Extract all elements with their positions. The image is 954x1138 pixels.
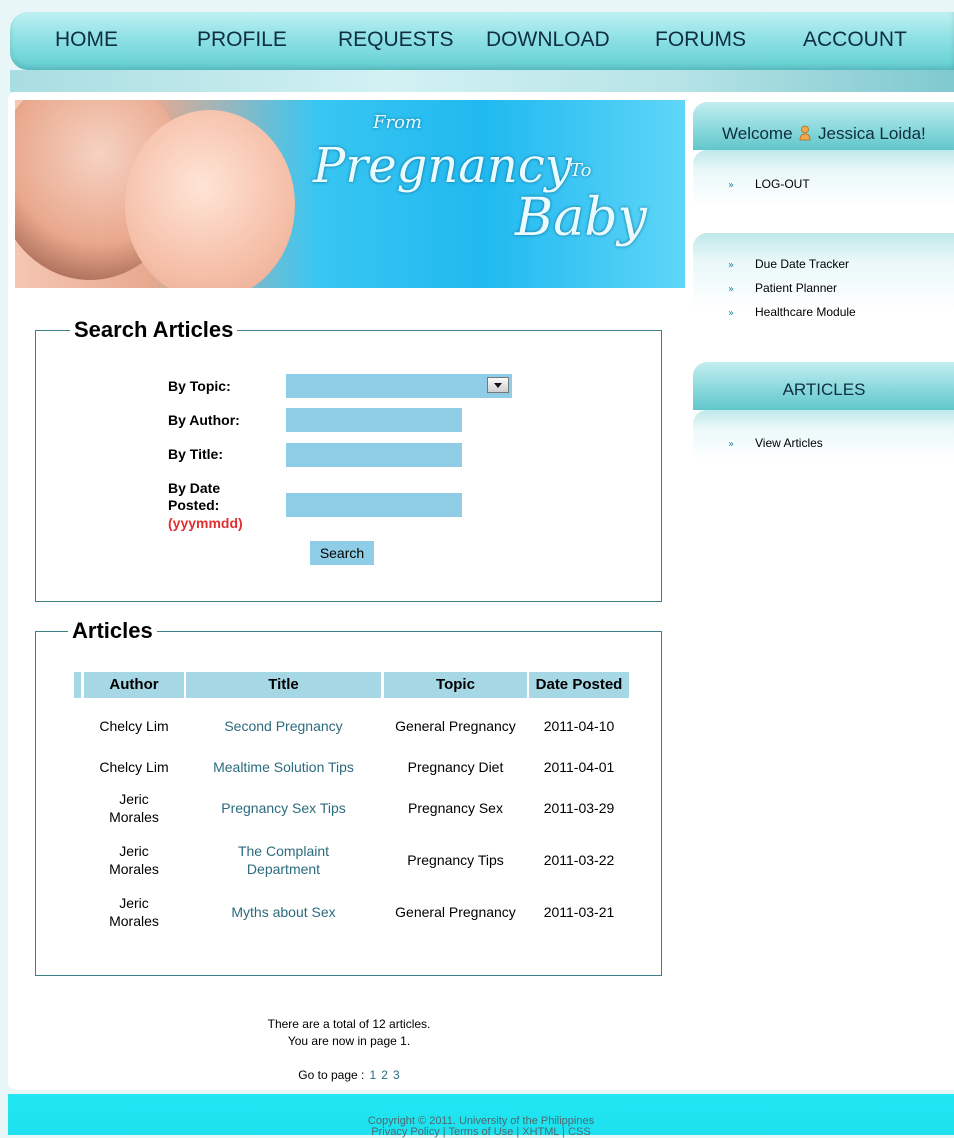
nav-forums[interactable]: FORUMS bbox=[655, 28, 746, 52]
banner-pregnancy-text: Pregnancy bbox=[313, 138, 572, 194]
page-link-2[interactable]: 2 bbox=[381, 1068, 388, 1082]
patient-planner-link[interactable]: Patient Planner bbox=[755, 281, 837, 295]
table-cell-topic: Pregnancy Tips bbox=[407, 852, 504, 868]
author-input[interactable] bbox=[286, 408, 462, 432]
healthcare-module-link[interactable]: Healthcare Module bbox=[755, 305, 856, 319]
nav-decorative-strip bbox=[10, 70, 954, 92]
table-cell-date: 2011-03-21 bbox=[543, 904, 615, 920]
table-header-edge bbox=[74, 672, 81, 698]
bullet-icon: » bbox=[728, 260, 735, 271]
user-icon bbox=[799, 125, 811, 141]
welcome-header: Welcome Jessica Loida! bbox=[693, 102, 954, 150]
column-header-title: Title bbox=[186, 672, 381, 698]
logout-bullet-icon: » bbox=[728, 180, 735, 191]
by-date-label-line1: By Date bbox=[168, 480, 221, 496]
baby-image bbox=[125, 110, 295, 288]
table-cell-author: Chelcy Lim bbox=[99, 759, 169, 775]
by-author-label: By Author: bbox=[168, 412, 240, 428]
total-articles-text: There are a total of 12 articles. bbox=[267, 1017, 431, 1031]
banner-from-text: From bbox=[373, 112, 422, 133]
articles-legend: Articles bbox=[68, 618, 157, 644]
article-title-link[interactable]: The Complaint Department bbox=[216, 840, 351, 880]
by-title-label: By Title: bbox=[168, 446, 223, 462]
header-banner: From Pregnancy To Baby bbox=[15, 100, 685, 288]
bullet-icon: » bbox=[728, 439, 735, 450]
table-cell-date: 2011-04-01 bbox=[543, 759, 615, 775]
goto-page-label: Go to page : bbox=[298, 1068, 365, 1082]
table-cell-topic: Pregnancy Diet bbox=[407, 759, 504, 775]
table-cell-author: Chelcy Lim bbox=[99, 718, 169, 734]
search-button[interactable]: Search bbox=[310, 541, 374, 565]
page-link-3[interactable]: 3 bbox=[393, 1068, 400, 1082]
table-cell-topic: Pregnancy Sex bbox=[408, 800, 503, 816]
topic-select[interactable] bbox=[286, 374, 512, 398]
table-cell-topic: General Pregnancy bbox=[395, 904, 516, 920]
current-page-text: You are now in page 1. bbox=[287, 1034, 411, 1048]
bullet-icon: » bbox=[728, 308, 735, 319]
nav-requests[interactable]: REQUESTS bbox=[338, 28, 454, 52]
article-title-link[interactable]: Myths about Sex bbox=[186, 892, 381, 932]
by-date-label-line2: Posted: bbox=[168, 497, 220, 513]
article-title-link[interactable]: Mealtime Solution Tips bbox=[186, 756, 381, 778]
nav-profile[interactable]: PROFILE bbox=[197, 28, 287, 52]
view-articles-link[interactable]: View Articles bbox=[755, 436, 823, 450]
article-title-link[interactable]: Second Pregnancy bbox=[186, 706, 381, 746]
table-cell-author: Jeric Morales bbox=[109, 791, 159, 825]
table-cell-date: 2011-04-10 bbox=[543, 718, 615, 734]
welcome-label: Welcome bbox=[722, 124, 793, 143]
copyright-text: Copyright © 2011. University of the Phil… bbox=[367, 1115, 595, 1127]
due-date-tracker-link[interactable]: Due Date Tracker bbox=[755, 257, 849, 271]
column-header-date-posted: Date Posted bbox=[529, 672, 629, 698]
date-format-hint: (yyymmdd) bbox=[168, 515, 243, 531]
bullet-icon: » bbox=[728, 284, 735, 295]
footer-links: Privacy Policy | Terms of Use | XHTML | … bbox=[371, 1126, 591, 1138]
nav-home[interactable]: HOME bbox=[55, 28, 118, 52]
by-topic-label: By Topic: bbox=[168, 378, 231, 394]
user-name: Jessica Loida! bbox=[818, 124, 926, 143]
table-cell-date: 2011-03-29 bbox=[543, 800, 615, 816]
search-articles-legend: Search Articles bbox=[70, 317, 238, 343]
chevron-down-icon[interactable] bbox=[487, 377, 509, 393]
nav-download[interactable]: DOWNLOAD bbox=[486, 28, 610, 52]
table-cell-author: Jeric Morales bbox=[109, 895, 159, 929]
column-header-topic: Topic bbox=[384, 672, 527, 698]
article-title-link[interactable]: Pregnancy Sex Tips bbox=[186, 788, 381, 828]
table-cell-author: Jeric Morales bbox=[109, 843, 159, 877]
date-posted-input[interactable] bbox=[286, 493, 462, 517]
table-cell-date: 2011-03-22 bbox=[543, 852, 615, 868]
footer: Copyright © 2011. University of the Phil… bbox=[8, 1094, 954, 1138]
logout-link[interactable]: LOG-OUT bbox=[755, 177, 810, 191]
banner-baby-text: Baby bbox=[515, 188, 647, 248]
table-cell-topic: General Pregnancy bbox=[395, 718, 516, 734]
articles-sidebar-header: ARTICLES bbox=[693, 362, 954, 410]
title-input[interactable] bbox=[286, 443, 462, 467]
articles-header-label: ARTICLES bbox=[782, 380, 866, 399]
nav-account[interactable]: ACCOUNT bbox=[803, 28, 907, 52]
banner-to-text: To bbox=[570, 160, 592, 181]
page-link-1[interactable]: 1 bbox=[369, 1068, 376, 1082]
column-header-author: Author bbox=[84, 672, 184, 698]
